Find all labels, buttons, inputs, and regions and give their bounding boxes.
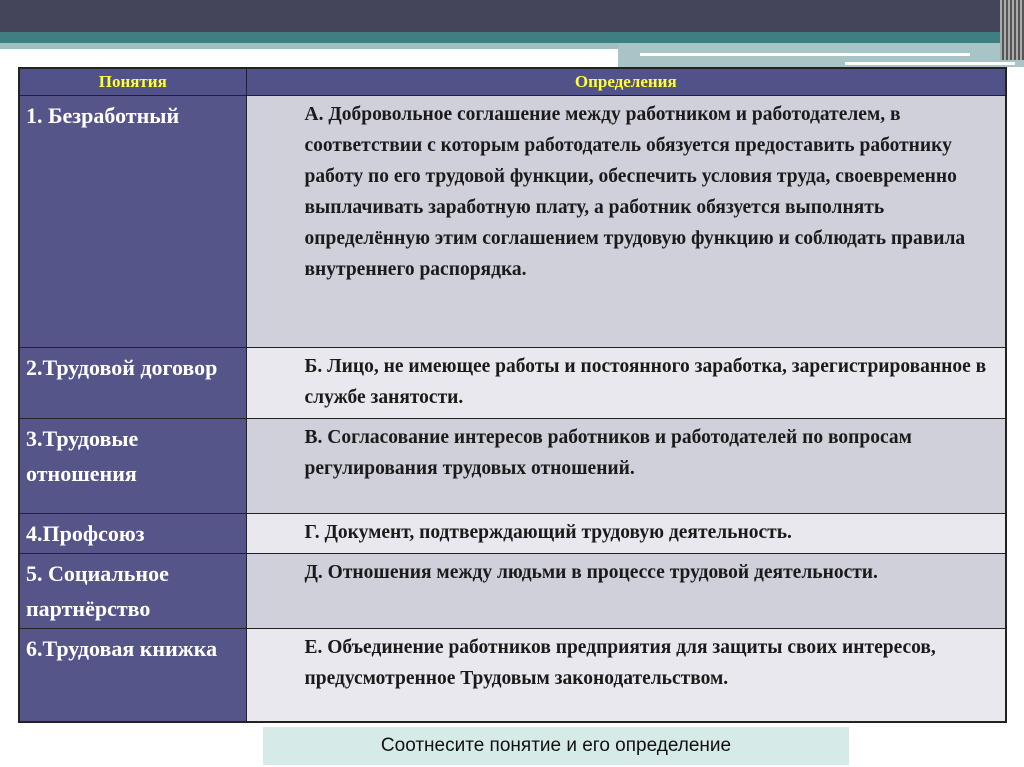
definition-text: Е. Объединение работников предприятия дл… bbox=[304, 636, 936, 689]
definition-text: Г. Документ, подтверждающий трудовую дея… bbox=[304, 521, 792, 543]
definition-cell: Г. Документ, подтверждающий трудовую дея… bbox=[245, 512, 1007, 554]
decor-stripes bbox=[1000, 0, 1024, 60]
table-row: 1. Безработный А. Добровольное соглашени… bbox=[18, 94, 1007, 348]
definition-text: Б. Лицо, не имеющее работы и постоянного… bbox=[304, 355, 987, 408]
decor-line bbox=[640, 53, 970, 56]
definition-cell: В. Согласование интересов работников и р… bbox=[245, 417, 1007, 514]
table-row: 6.Трудовая книжка Е. Объединение работни… bbox=[18, 627, 1007, 723]
term-cell: 1. Безработный bbox=[18, 94, 247, 348]
definition-cell: А. Добровольное соглашение между работни… bbox=[245, 94, 1007, 348]
definition-cell: Е. Объединение работников предприятия дл… bbox=[245, 627, 1007, 723]
header-definitions: Определения bbox=[245, 67, 1007, 96]
term-cell: 5. Социальное партнёрство bbox=[18, 552, 247, 629]
definition-cell: Б. Лицо, не имеющее работы и постоянного… bbox=[245, 346, 1007, 419]
header-concepts: Понятия bbox=[18, 67, 247, 96]
term-cell: 2.Трудовой договор bbox=[18, 346, 247, 419]
table-row: 2.Трудовой договор Б. Лицо, не имеющее р… bbox=[18, 346, 1007, 419]
definition-text: В. Согласование интересов работников и р… bbox=[304, 426, 912, 479]
term-cell: 4.Профсоюз bbox=[18, 512, 247, 554]
definition-cell: Д. Отношения между людьми в процессе тру… bbox=[245, 552, 1007, 629]
table-header: Понятия Определения bbox=[18, 67, 1007, 96]
definition-text: Д. Отношения между людьми в процессе тру… bbox=[304, 561, 878, 583]
term-cell: 3.Трудовые отношения bbox=[18, 417, 247, 514]
decor-line bbox=[845, 62, 1015, 65]
decor-band bbox=[0, 32, 1024, 43]
definition-text: А. Добровольное соглашение между работни… bbox=[304, 103, 966, 280]
table-row: 5. Социальное партнёрство Д. Отношения м… bbox=[18, 552, 1007, 629]
matching-table: Понятия Определения 1. Безработный А. До… bbox=[18, 67, 1007, 723]
top-bar bbox=[0, 0, 1024, 32]
decor-band bbox=[0, 43, 618, 49]
instruction-box: Соотнесите понятие и его определение bbox=[263, 727, 849, 765]
table-row: 3.Трудовые отношения В. Согласование инт… bbox=[18, 417, 1007, 514]
term-cell: 6.Трудовая книжка bbox=[18, 627, 247, 723]
table-row: 4.Профсоюз Г. Документ, подтверждающий т… bbox=[18, 512, 1007, 554]
